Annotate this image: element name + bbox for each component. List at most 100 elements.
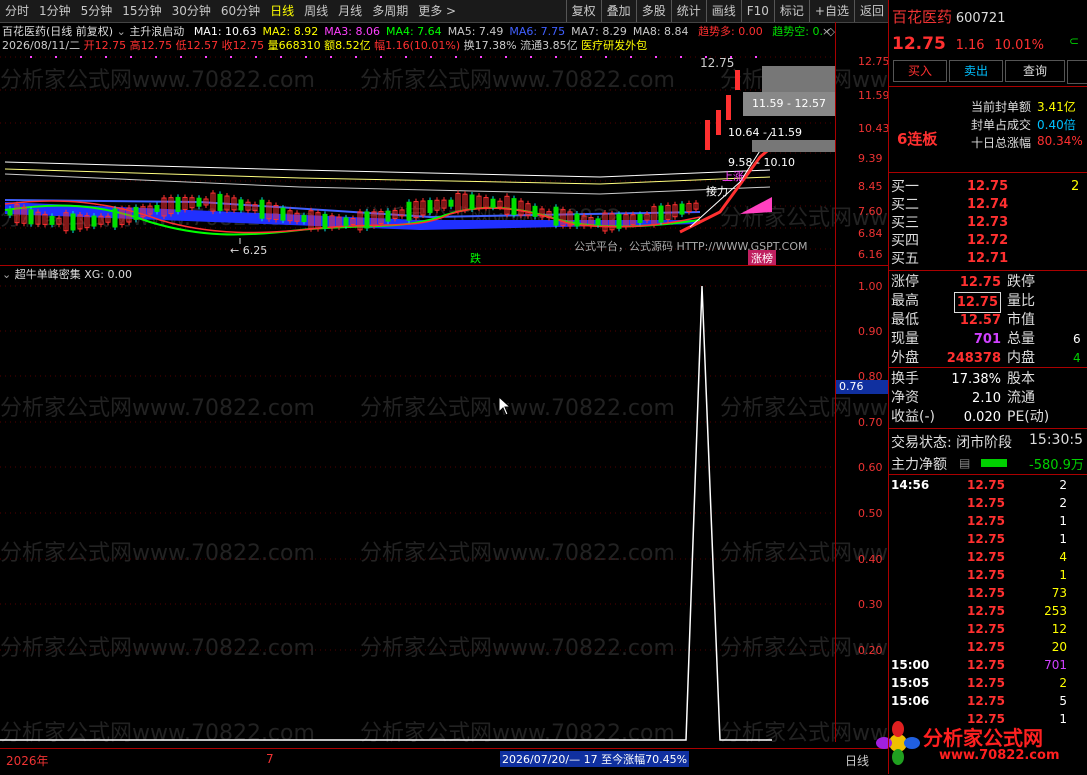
signal-dot <box>355 56 357 58</box>
stat-label: PE(动) <box>1007 409 1050 425</box>
signal-dot <box>155 56 157 58</box>
price-row: 12.75 1.16 10.01% <box>892 34 1044 54</box>
bid-row[interactable]: 买二 12.74 <box>889 196 1087 214</box>
toolbar-action[interactable]: 多股 <box>635 0 671 22</box>
period-tab[interactable]: 1分钟 <box>34 0 76 22</box>
toolbar-action[interactable]: 返回 <box>853 0 889 22</box>
seal-ratio-label: 封单占成交 <box>971 118 1032 132</box>
trade-volume: 4 <box>1059 550 1067 564</box>
info-low: 低12.57 <box>175 39 219 52</box>
toolbar-action[interactable]: 画线 <box>705 0 741 22</box>
bid-price: 12.74 <box>967 197 1009 212</box>
query-button[interactable]: 查询 <box>1005 60 1065 82</box>
info-turnover: 换17.38% <box>463 39 517 52</box>
toolbar-action[interactable]: 复权 <box>565 0 601 22</box>
more-button[interactable] <box>1067 60 1087 84</box>
stat-value: 12.75 <box>959 275 1001 290</box>
formula-name[interactable]: 主升浪启动 <box>129 25 184 38</box>
signal-dot <box>55 56 57 58</box>
info-volume: 量668310 <box>267 39 321 52</box>
trade-row: 12.75 4 <box>889 548 1079 566</box>
trade-price: 12.75 <box>967 694 1005 708</box>
period-tab[interactable]: 日线 <box>265 0 299 22</box>
scroll-strip[interactable] <box>0 742 835 748</box>
trade-row: 15:00 12.75 701 <box>889 656 1079 674</box>
year-label: 2026年 <box>6 754 49 768</box>
info-change: 幅1.16(10.01%) <box>374 39 461 52</box>
candle-body <box>553 206 559 226</box>
bid-row[interactable]: 买五 12.71 <box>889 250 1087 268</box>
info-amount: 额8.52亿 <box>324 39 371 52</box>
candle-body <box>49 215 55 225</box>
period-tab[interactable]: 周线 <box>299 0 333 22</box>
trade-volume: 5 <box>1059 694 1067 708</box>
trade-row: 12.75 2 <box>889 494 1079 512</box>
period-tab[interactable]: 更多 > <box>413 0 461 22</box>
signal-dot <box>280 56 282 58</box>
chart-title: 百花医药(日线 前复权) <box>2 25 114 38</box>
period-label[interactable]: 日线 <box>845 752 869 769</box>
ma-value: MA6: 7.75 <box>509 25 566 38</box>
stat-row: 换手 17.38% 股本 <box>889 370 1087 389</box>
ma-line <box>4 168 771 185</box>
stat-tail: 4 <box>1073 351 1081 365</box>
platform-text: 公式平台，公式源码 HTTP://WWW.GSPT.COM <box>574 240 808 253</box>
formula-toggle-icon[interactable]: ⌄ <box>117 25 126 38</box>
price-tick: 8.45 <box>858 180 883 193</box>
period-tab[interactable]: 60分钟 <box>216 0 265 22</box>
trade-time: 14:56 <box>891 478 930 492</box>
ma-line <box>4 161 771 178</box>
seal-ratio-value: 0.40倍 <box>1037 116 1076 133</box>
signal-dot <box>430 56 432 58</box>
stat-label: 总量 <box>1007 331 1035 347</box>
stat-value: 0.020 <box>963 410 1001 425</box>
close-icon[interactable]: × <box>822 24 831 40</box>
period-tab[interactable]: 5分钟 <box>76 0 118 22</box>
bid-row[interactable]: 买一 12.75 2 <box>889 178 1087 196</box>
seal-amount-text: 3.41亿 <box>1037 100 1076 114</box>
buy-button[interactable]: 买入 <box>893 60 947 82</box>
period-tab[interactable]: 月线 <box>333 0 367 22</box>
ten-day-text: 80.34% <box>1037 134 1083 148</box>
top-price-label: 12.75 <box>700 56 735 70</box>
time-axis-bar: 2026年 7 2026/07/20/— 17 至今涨幅70.45% 日线 <box>0 748 889 775</box>
signal-dot <box>230 56 232 58</box>
period-toolbar: 分时 1分钟 5分钟 15分钟 30分钟 60分钟 日线 周线 月线 多周期 更多 > 复权 叠加 多股统… <box>0 0 889 23</box>
signal-dot <box>380 56 382 58</box>
indicator-chart[interactable] <box>0 280 835 742</box>
bid-price: 12.72 <box>967 233 1009 248</box>
net-bar <box>981 459 1007 467</box>
period-tab[interactable]: 分时 <box>0 0 34 22</box>
period-tab[interactable]: 多周期 <box>367 0 413 22</box>
stat-label: 市值 <box>1007 312 1035 328</box>
bid-row[interactable]: 买三 12.73 <box>889 214 1087 232</box>
trade-price: 12.75 <box>967 568 1005 582</box>
stat-tail: 6 <box>1073 332 1081 346</box>
signal-dot <box>505 56 507 58</box>
toolbar-action[interactable]: 统计 <box>670 0 706 22</box>
bid-row[interactable]: 买四 12.72 <box>889 232 1087 250</box>
candle-body <box>679 203 685 215</box>
stat-label: 量比 <box>1007 293 1035 309</box>
candle-body <box>595 218 601 226</box>
pane-divider[interactable] <box>0 265 889 266</box>
toolbar-action[interactable]: 标记 <box>773 0 809 22</box>
candlestick-chart[interactable] <box>0 52 835 264</box>
trade-price: 12.75 <box>967 622 1005 636</box>
candle-body <box>705 120 710 150</box>
period-tab[interactable]: 15分钟 <box>117 0 166 22</box>
toolbar-action[interactable]: F10 <box>740 0 774 22</box>
candle-body <box>301 215 307 223</box>
divider <box>889 367 1087 368</box>
period-tab[interactable]: 30分钟 <box>167 0 216 22</box>
toolbar-action[interactable]: +自选 <box>808 0 854 22</box>
info-open: 开12.75 <box>83 39 127 52</box>
signal-dot <box>180 56 182 58</box>
list-icon[interactable]: ▤ <box>959 456 970 470</box>
candle-body <box>469 194 475 210</box>
trade-price: 12.75 <box>967 604 1005 618</box>
sell-button[interactable]: 卖出 <box>949 60 1003 82</box>
toolbar-action[interactable]: 叠加 <box>600 0 636 22</box>
candle-body <box>735 70 740 90</box>
stat-label: 流通 <box>1007 390 1035 406</box>
